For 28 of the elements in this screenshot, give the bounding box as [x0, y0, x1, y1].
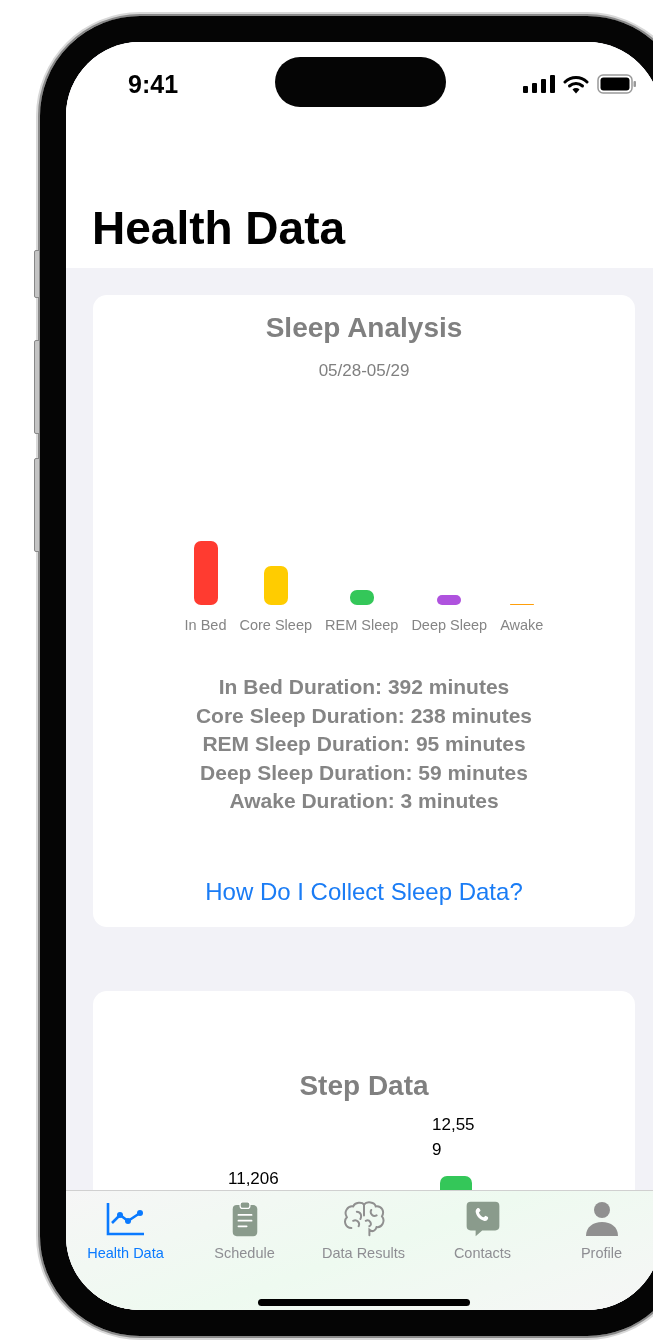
- step-value: 12,559: [432, 1114, 476, 1161]
- duration-text: Core Sleep Duration: 238 minutes: [195, 702, 533, 729]
- bar-label: Awake: [500, 617, 544, 633]
- wifi-icon: [563, 74, 589, 94]
- step-value: 11,206: [228, 1168, 280, 1190]
- bar-label: REM Sleep: [325, 617, 399, 633]
- status-time: 9:41: [128, 69, 179, 99]
- person-icon: [584, 1201, 619, 1237]
- bar-label: In Bed: [184, 617, 227, 633]
- duration-text: Deep Sleep Duration: 59 minutes: [200, 759, 528, 786]
- battery-icon: [597, 74, 637, 94]
- date-range: 05/28-05/29: [318, 361, 410, 381]
- tab-item[interactable]: Contacts: [423, 1191, 542, 1261]
- bar-label: Deep Sleep: [411, 617, 488, 633]
- card-title: Step Data: [299, 1069, 429, 1103]
- sleep-data-link[interactable]: How Do I Collect Sleep Data?: [205, 877, 523, 906]
- tab-item[interactable]: Data Results: [304, 1191, 423, 1261]
- tab-item[interactable]: Health Data: [66, 1191, 185, 1261]
- card-title: Sleep Analysis: [265, 311, 463, 345]
- duration-text: REM Sleep Duration: 95 minutes: [202, 731, 526, 757]
- duration-text: Awake Duration: 3 minutes: [229, 788, 499, 814]
- signal-icon: [523, 75, 555, 93]
- bar-label: Core Sleep: [239, 617, 313, 633]
- tab-item[interactable]: Profile: [542, 1191, 653, 1261]
- duration-text: In Bed Duration: 392 minutes: [218, 674, 510, 700]
- line-chart-icon: [105, 1201, 146, 1237]
- tab-item[interactable]: Schedule: [185, 1191, 304, 1261]
- page-title: Health Data: [92, 201, 347, 256]
